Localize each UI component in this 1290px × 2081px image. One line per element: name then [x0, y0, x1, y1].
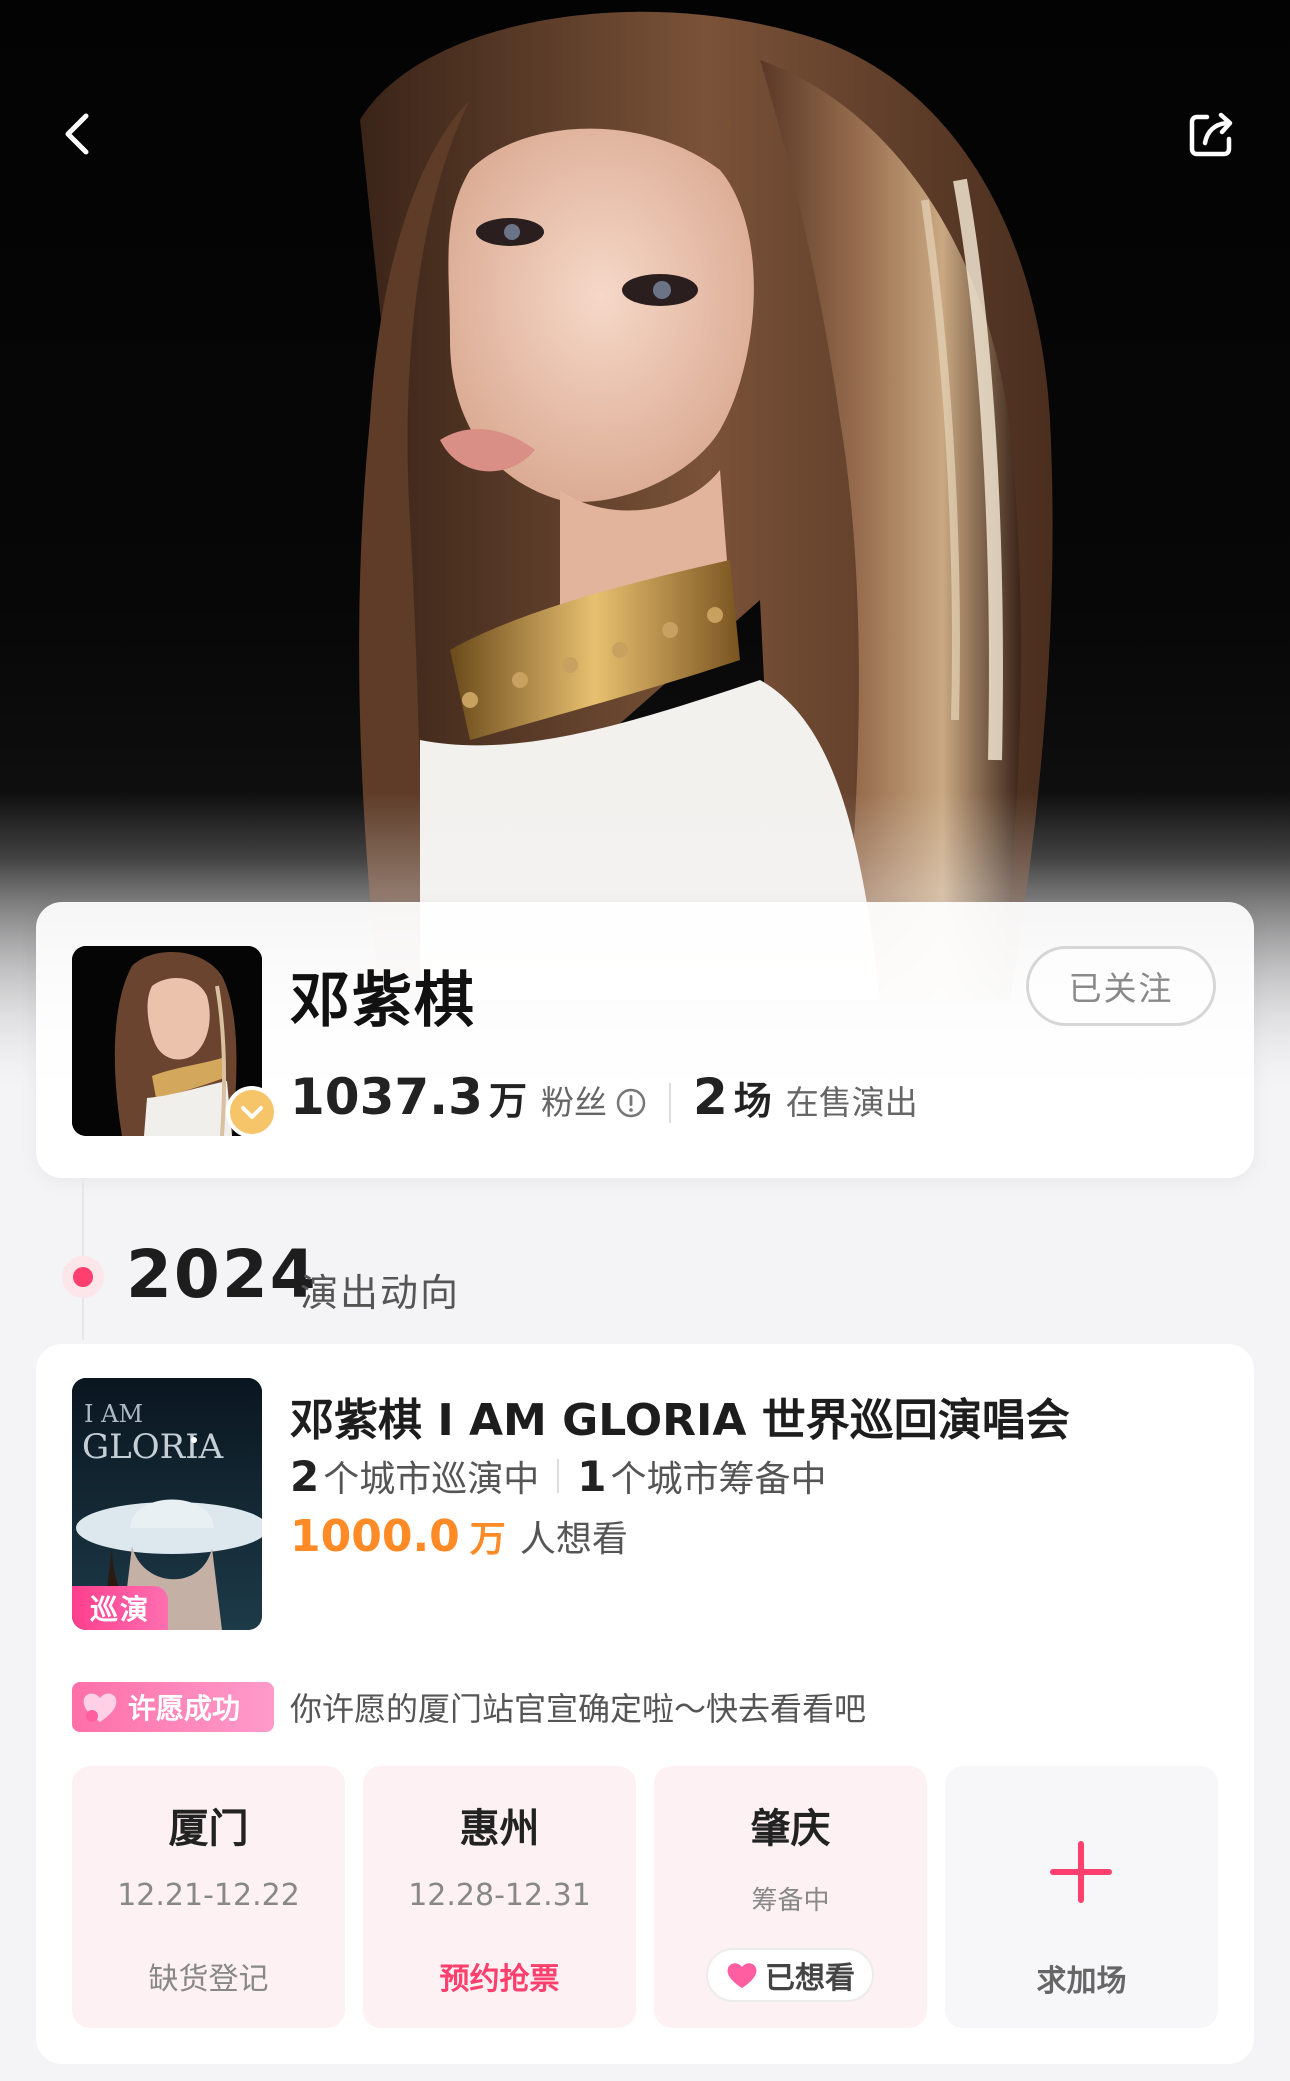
want-unit: 万 [469, 1519, 506, 1560]
reserve-ticket-button[interactable]: 预约抢票 [363, 1954, 636, 1998]
fans-count: 1037.3 [290, 1068, 483, 1126]
wanted-button[interactable]: 已想看 [706, 1948, 874, 2002]
request-extra-show-button[interactable]: 求加场 [945, 1766, 1218, 2028]
artist-name: 邓紫棋 [290, 966, 476, 1036]
city-name: 厦门 [168, 1806, 249, 1852]
shows-count: 2 [692, 1068, 728, 1126]
follow-button[interactable]: 已关注 [1026, 946, 1216, 1026]
city-status: 筹备中 [751, 1886, 830, 1916]
city-date: 12.21-12.22 [117, 1878, 300, 1913]
tour-poster[interactable]: I AM GLORIA 巡演 [72, 1378, 262, 1630]
city-date: 12.28-12.31 [408, 1878, 591, 1913]
stock-register-button[interactable]: 缺货登记 [72, 1954, 345, 1998]
timeline-dot [62, 1256, 104, 1298]
planning-count: 1 [577, 1452, 607, 1501]
shows-label: 在售演出 [785, 1083, 918, 1122]
svg-text:I AM: I AM [84, 1400, 143, 1428]
stats-divider [668, 1083, 671, 1123]
tour-title[interactable]: 邓紫棋 I AM GLORIA 世界巡回演唱会 [290, 1384, 1070, 1448]
city-stats-divider [557, 1459, 560, 1493]
fans-label: 粉丝 [540, 1083, 607, 1122]
touring-count: 2 [290, 1452, 320, 1501]
heart-icon [725, 1960, 759, 1990]
check-icon [241, 1106, 263, 1119]
want-to-see: 1000.0 万 人想看 [290, 1510, 628, 1562]
back-button[interactable] [40, 96, 116, 172]
wish-success-badge: 许愿成功 [72, 1682, 274, 1732]
tour-card[interactable]: I AM GLORIA 巡演 邓紫棋 I AM GLORIA 世界巡回演唱会 2… [36, 1344, 1254, 2064]
share-icon [1189, 112, 1233, 157]
city-list: 厦门 12.21-12.22 缺货登记 惠州 12.28-12.31 预约抢票 … [72, 1766, 1218, 2028]
want-count: 1000.0 [290, 1511, 460, 1562]
timeline-year: 2024 [126, 1236, 318, 1313]
wish-badge-label: 许愿成功 [128, 1692, 241, 1725]
shows-unit: 场 [733, 1079, 772, 1123]
wanted-label: 已想看 [765, 1961, 855, 1996]
timeline-label: 演出动向 [300, 1271, 461, 1315]
add-show-label: 求加场 [1036, 1964, 1127, 1999]
tour-tag: 巡演 [72, 1586, 168, 1630]
city-name: 肇庆 [750, 1806, 831, 1852]
city-card-huizhou[interactable]: 惠州 12.28-12.31 预约抢票 [363, 1766, 636, 2028]
heart-wish-icon [80, 1688, 120, 1726]
wish-text: 你许愿的厦门站官宣确定啦～快去看看吧 [290, 1690, 867, 1728]
verified-badge [226, 1086, 278, 1138]
chevron-left-icon [65, 113, 89, 155]
svg-text:GLORIA: GLORIA [82, 1427, 224, 1467]
share-button[interactable] [1174, 96, 1250, 172]
wish-notice[interactable]: 许愿成功 你许愿的厦门站官宣确定啦～快去看看吧 [72, 1682, 866, 1732]
city-card-xiamen[interactable]: 厦门 12.21-12.22 缺货登记 [72, 1766, 345, 2028]
city-name: 惠州 [459, 1806, 540, 1852]
artist-avatar-wrap [72, 946, 278, 1138]
touring-label: 个城市巡演中 [323, 1459, 540, 1500]
want-label: 人想看 [519, 1519, 628, 1560]
info-icon[interactable] [615, 1087, 647, 1119]
tour-city-stats: 2 个城市巡演中 1 个城市筹备中 [290, 1450, 827, 1502]
artist-info-card: 邓紫棋 已关注 1037.3 万 粉丝 2 场 在售演出 [36, 902, 1254, 1178]
planning-label: 个城市筹备中 [610, 1459, 827, 1500]
artist-stats: 1037.3 万 粉丝 2 场 在售演出 [290, 1068, 918, 1138]
fans-unit: 万 [488, 1079, 527, 1123]
plus-icon [1050, 1841, 1112, 1903]
city-card-zhaoqing[interactable]: 肇庆 筹备中 已想看 [654, 1766, 927, 2028]
